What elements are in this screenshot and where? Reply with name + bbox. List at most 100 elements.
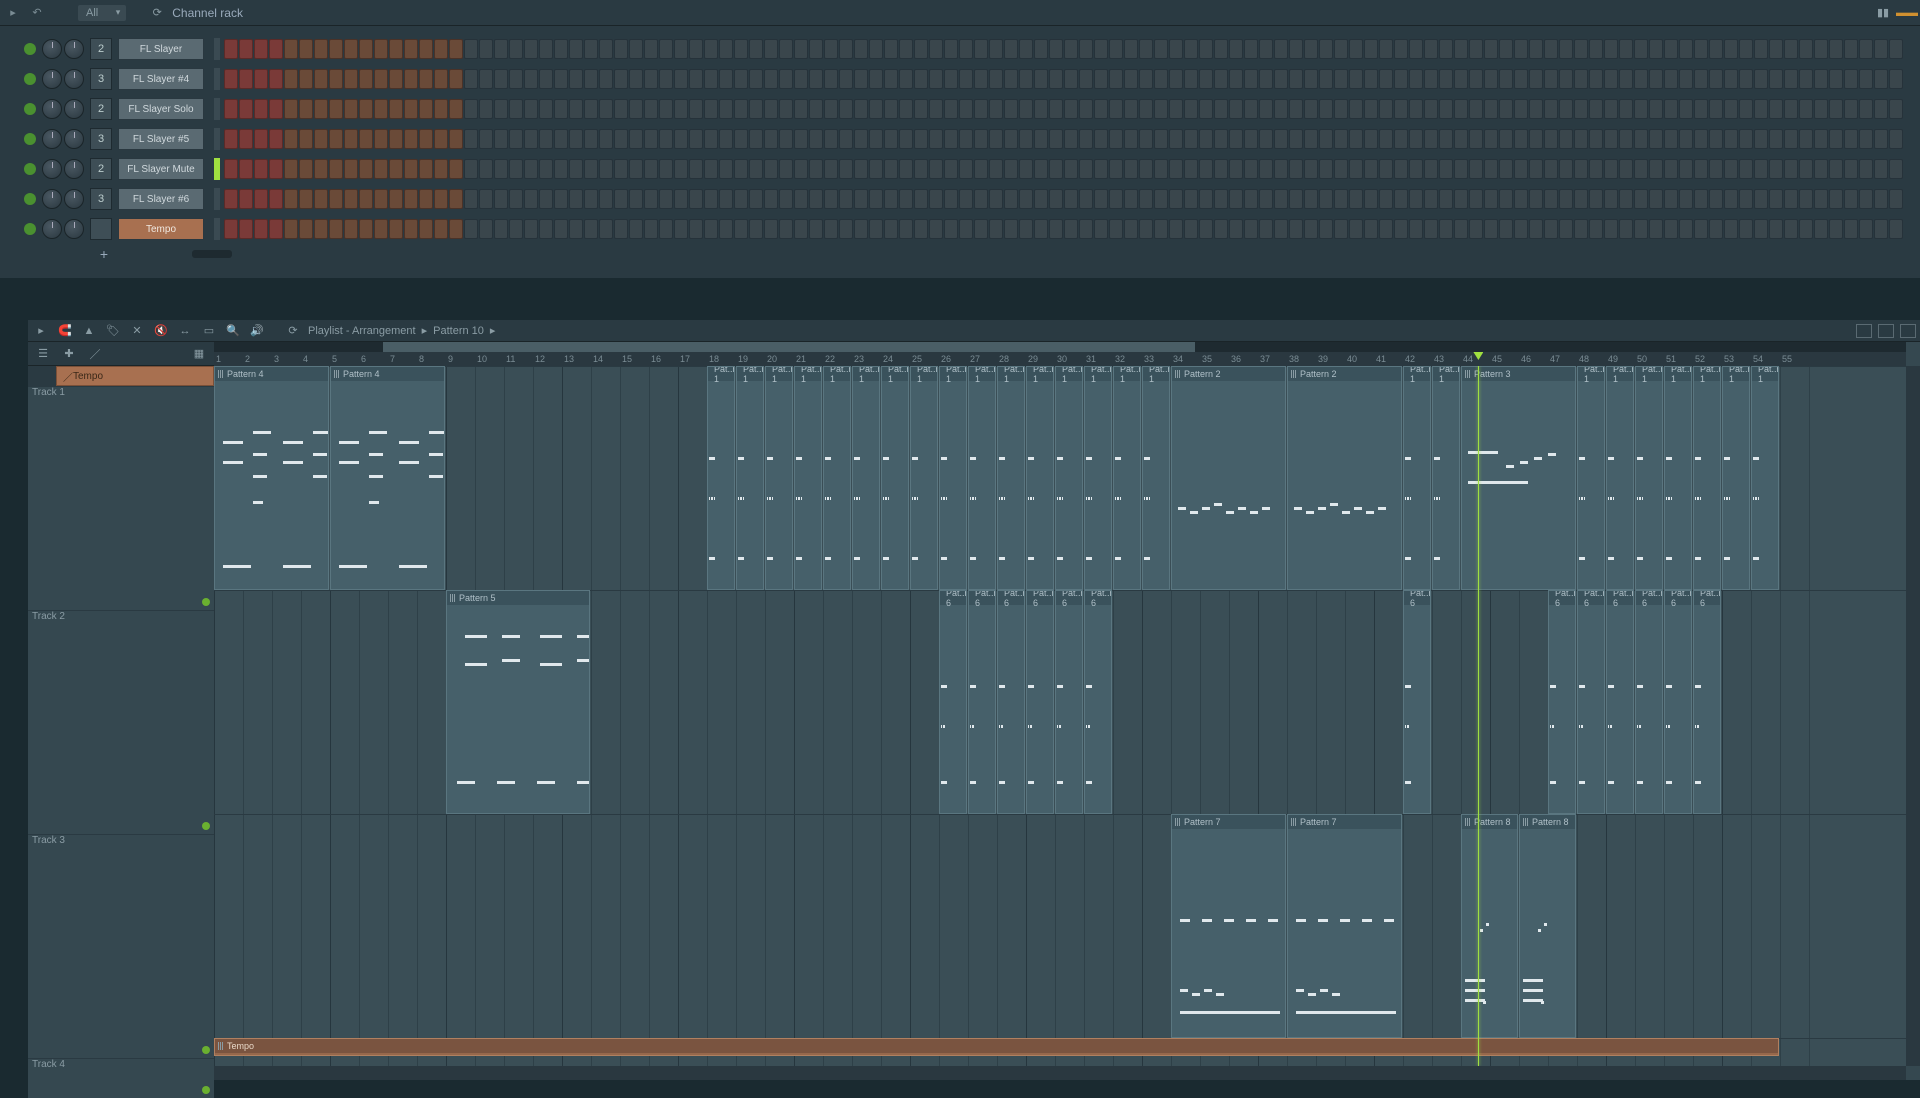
- clip-header[interactable]: Pat..rn 1: [1723, 367, 1749, 381]
- step-cell[interactable]: [1394, 159, 1408, 179]
- step-cell[interactable]: [1514, 189, 1528, 209]
- step-cell[interactable]: [1049, 69, 1063, 89]
- step-cell[interactable]: [839, 69, 853, 89]
- playhead[interactable]: [1478, 366, 1479, 1066]
- clip-header[interactable]: Pat..rn 6: [940, 591, 966, 605]
- channel-vol-knob[interactable]: [64, 129, 84, 149]
- step-cell[interactable]: [1709, 39, 1723, 59]
- step-cell[interactable]: [1364, 69, 1378, 89]
- channel-mixer-num[interactable]: 2: [90, 98, 112, 120]
- pattern-clip[interactable]: Pat..rn 1: [1606, 366, 1634, 590]
- step-cell[interactable]: [1019, 39, 1033, 59]
- step-cell[interactable]: [749, 159, 763, 179]
- channel-name-button[interactable]: FL Slayer: [118, 38, 204, 60]
- step-cell[interactable]: [329, 39, 343, 59]
- step-cell[interactable]: [1229, 99, 1243, 119]
- step-cell[interactable]: [659, 39, 673, 59]
- pattern-clip[interactable]: Pattern 2: [1171, 366, 1286, 590]
- step-cell[interactable]: [989, 159, 1003, 179]
- step-cell[interactable]: [914, 129, 928, 149]
- step-cell[interactable]: [1844, 129, 1858, 149]
- pattern-clip[interactable]: Pat..rn 1: [736, 366, 764, 590]
- clip-header[interactable]: Pattern 4: [215, 367, 328, 381]
- step-cell[interactable]: [899, 159, 913, 179]
- step-cell[interactable]: [1364, 189, 1378, 209]
- step-cell[interactable]: [1214, 159, 1228, 179]
- step-cell[interactable]: [1109, 39, 1123, 59]
- pattern-clip[interactable]: Pat..rn 6: [968, 590, 996, 814]
- step-cell[interactable]: [869, 39, 883, 59]
- step-cell[interactable]: [1679, 189, 1693, 209]
- step-cell[interactable]: [1379, 219, 1393, 239]
- step-cell[interactable]: [1274, 129, 1288, 149]
- step-cell[interactable]: [689, 69, 703, 89]
- step-cell[interactable]: [1724, 39, 1738, 59]
- step-cell[interactable]: [944, 39, 958, 59]
- step-cell[interactable]: [329, 99, 343, 119]
- step-cell[interactable]: [779, 219, 793, 239]
- step-cell[interactable]: [1769, 39, 1783, 59]
- step-cell[interactable]: [1694, 159, 1708, 179]
- pattern-clip[interactable]: Pat..rn 1: [968, 366, 996, 590]
- step-cell[interactable]: [1829, 129, 1843, 149]
- playlist-breadcrumb[interactable]: Pattern 10: [433, 325, 484, 337]
- pattern-clip[interactable]: Pat..rn 1: [765, 366, 793, 590]
- step-cell[interactable]: [719, 129, 733, 149]
- step-cell[interactable]: [974, 69, 988, 89]
- step-cell[interactable]: [1769, 159, 1783, 179]
- step-cell[interactable]: [809, 189, 823, 209]
- step-cell[interactable]: [1229, 189, 1243, 209]
- step-cell[interactable]: [719, 219, 733, 239]
- step-cell[interactable]: [374, 69, 388, 89]
- step-cell[interactable]: [1184, 39, 1198, 59]
- step-cell[interactable]: [1364, 99, 1378, 119]
- step-cell[interactable]: [1814, 159, 1828, 179]
- step-cell[interactable]: [1259, 129, 1273, 149]
- step-cell[interactable]: [884, 129, 898, 149]
- step-cell[interactable]: [1229, 39, 1243, 59]
- step-cell[interactable]: [254, 159, 268, 179]
- channel-mixer-num[interactable]: 3: [90, 188, 112, 210]
- step-cell[interactable]: [1754, 219, 1768, 239]
- step-cell[interactable]: [1139, 159, 1153, 179]
- channel-led[interactable]: [24, 73, 36, 85]
- clip-header[interactable]: Pat..rn 1: [882, 367, 908, 381]
- step-cell[interactable]: [1199, 69, 1213, 89]
- step-cell[interactable]: [1064, 189, 1078, 209]
- clip-header[interactable]: Pat..rn 1: [1694, 367, 1720, 381]
- step-cell[interactable]: [1649, 159, 1663, 179]
- pattern-clip[interactable]: Pat..rn 1: [1693, 366, 1721, 590]
- step-cell[interactable]: [1379, 69, 1393, 89]
- step-cell[interactable]: [1634, 39, 1648, 59]
- step-cell[interactable]: [389, 39, 403, 59]
- step-cell[interactable]: [254, 39, 268, 59]
- step-cell[interactable]: [899, 99, 913, 119]
- step-cell[interactable]: [1244, 189, 1258, 209]
- step-cell[interactable]: [899, 39, 913, 59]
- channel-name-button[interactable]: FL Slayer #5: [118, 128, 204, 150]
- step-cell[interactable]: [1619, 69, 1633, 89]
- step-cell[interactable]: [554, 99, 568, 119]
- step-cell[interactable]: [1514, 129, 1528, 149]
- track-header[interactable]: Track 3: [28, 834, 214, 1058]
- play-icon[interactable]: ▸: [4, 4, 22, 22]
- step-cell[interactable]: [1469, 69, 1483, 89]
- step-cell[interactable]: [239, 219, 253, 239]
- step-cell[interactable]: [1814, 99, 1828, 119]
- step-cell[interactable]: [329, 129, 343, 149]
- step-cell[interactable]: [1244, 129, 1258, 149]
- step-cell[interactable]: [1409, 39, 1423, 59]
- step-cell[interactable]: [584, 39, 598, 59]
- step-cell[interactable]: [1439, 189, 1453, 209]
- step-cell[interactable]: [1619, 219, 1633, 239]
- step-cell[interactable]: [1499, 189, 1513, 209]
- step-cell[interactable]: [644, 99, 658, 119]
- track-mute-dot[interactable]: [202, 822, 210, 830]
- pattern-clip[interactable]: Pat..rn 6: [1055, 590, 1083, 814]
- step-cell[interactable]: [779, 39, 793, 59]
- clip-header[interactable]: Pat..rn 1: [1665, 367, 1691, 381]
- step-cell[interactable]: [1034, 99, 1048, 119]
- step-cell[interactable]: [1439, 99, 1453, 119]
- step-cell[interactable]: [1289, 189, 1303, 209]
- step-cell[interactable]: [224, 129, 238, 149]
